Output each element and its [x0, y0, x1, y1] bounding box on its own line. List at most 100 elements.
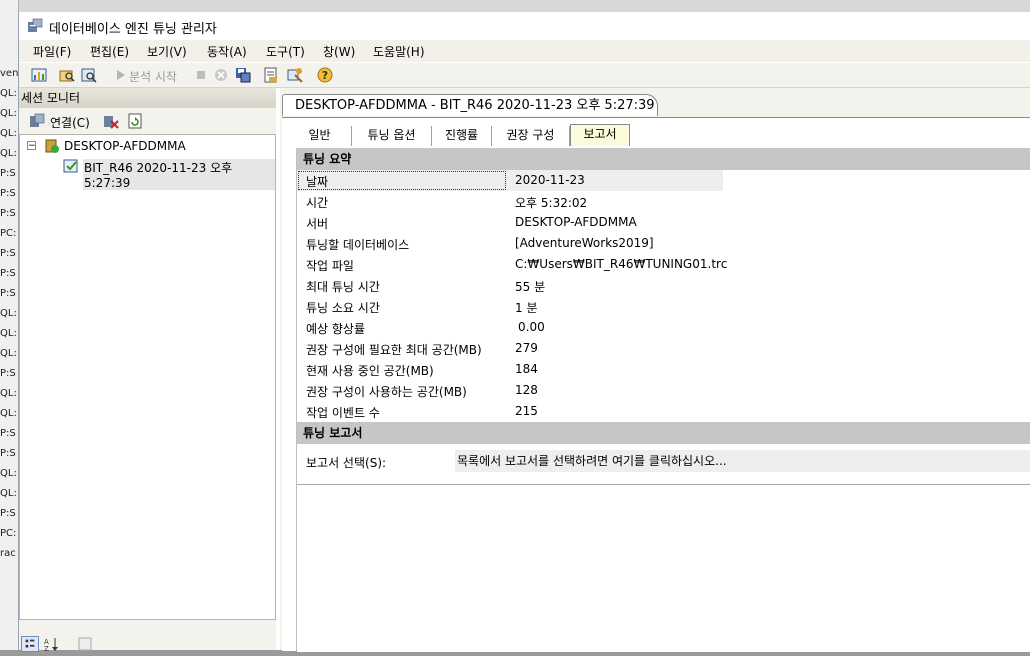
tuning-summary-header: 튜닝 요약	[297, 148, 1030, 170]
connect-button[interactable]: 연결(C)	[50, 114, 90, 131]
tree-server-node[interactable]: DESKTOP-AFDDMMA	[64, 139, 186, 153]
preview-icon[interactable]	[81, 67, 97, 83]
background-text: QL:	[0, 148, 17, 159]
summary-value-max-time: 55 분	[515, 280, 546, 294]
start-analysis-button[interactable]: 분석 시작	[129, 68, 177, 85]
background-text: P:S	[0, 208, 16, 219]
background-window-top	[0, 0, 1030, 12]
session-monitor-toolbar: 연결(C)	[19, 110, 276, 132]
menu-window[interactable]: 창(W)	[323, 43, 355, 60]
menu-help[interactable]: 도움말(H)	[373, 43, 425, 60]
background-text: QL:	[0, 348, 17, 359]
disconnect-icon[interactable]	[103, 113, 119, 129]
summary-label-workload: 작업 파일	[306, 259, 354, 273]
background-text: QL:	[0, 328, 17, 339]
summary-value-max-space: 279	[515, 341, 538, 355]
background-text: P:S	[0, 188, 16, 199]
summary-label-database: 튜닝할 데이터베이스	[306, 238, 410, 252]
app-icon	[28, 18, 43, 32]
menu-view[interactable]: 보기(V)	[147, 43, 187, 60]
tab-reports[interactable]: 보고서	[570, 124, 630, 146]
menu-tools[interactable]: 도구(T)	[266, 43, 305, 60]
svg-text:Z: Z	[44, 645, 49, 652]
background-text: P:S	[0, 508, 16, 519]
summary-value-database: [AdventureWorks2019]	[515, 236, 654, 250]
summary-label-max-space: 권장 구성에 필요한 최대 공간(MB)	[306, 343, 482, 357]
background-text: QL:	[0, 88, 17, 99]
summary-value-date: 2020-11-23	[515, 173, 585, 187]
summary-label-current-space: 현재 사용 중인 공간(MB)	[306, 364, 434, 378]
connect-icon[interactable]	[29, 113, 45, 129]
report-content: 튜닝 요약 날짜 2020-11-23 시간 오후 5:32:02 서버 DES…	[296, 148, 1030, 652]
toolbar: 분석 시작 ?	[19, 63, 1030, 88]
tab-recommendations[interactable]: 권장 구성	[492, 126, 570, 146]
menu-edit[interactable]: 편집(E)	[90, 43, 129, 60]
background-text: P:S	[0, 248, 16, 259]
session-monitor-icon[interactable]	[31, 67, 47, 83]
tab-tuning-options[interactable]: 튜닝 옵션	[352, 126, 432, 146]
summary-value-events: 215	[515, 404, 538, 418]
background-text: QL:	[0, 488, 17, 499]
refresh-icon[interactable]	[127, 113, 143, 129]
background-text: P:S	[0, 448, 16, 459]
summary-label-max-time: 최대 튜닝 시간	[306, 280, 380, 294]
menu-bar: 파일(F) 편집(E) 보기(V) 동작(A) 도구(T) 창(W) 도움말(H…	[19, 40, 1030, 62]
tree-session-node[interactable]: BIT_R46 2020-11-23 오후 5:27:39	[83, 159, 275, 190]
dta-window: 데이터베이스 엔진 튜닝 관리자 파일(F) 편집(E) 보기(V) 동작(A)…	[18, 12, 1030, 652]
session-complete-icon	[63, 159, 78, 173]
background-text: P:S	[0, 368, 16, 379]
cancel-icon	[215, 69, 227, 81]
stop-icon	[197, 71, 205, 79]
report-select-dropdown[interactable]: 목록에서 보고서를 선택하려면 여기를 클릭하십시오...	[455, 450, 1030, 472]
background-text: PC:	[0, 528, 17, 539]
menu-file[interactable]: 파일(F)	[33, 43, 71, 60]
summary-value-recommended-space: 128	[515, 383, 538, 397]
summary-label-recommended-space: 권장 구성이 사용하는 공간(MB)	[306, 385, 467, 399]
background-text: P:S	[0, 428, 16, 439]
background-text: P:S	[0, 288, 16, 299]
summary-label-server: 서버	[306, 217, 329, 231]
window-title: 데이터베이스 엔진 튜닝 관리자	[49, 22, 217, 37]
play-icon	[117, 70, 125, 80]
background-text: P:S	[0, 168, 16, 179]
summary-label-elapsed: 튜닝 소요 시간	[306, 301, 380, 315]
title-bar: 데이터베이스 엔진 튜닝 관리자	[19, 12, 1030, 40]
background-text: QL:	[0, 108, 17, 119]
help-icon[interactable]: ?	[317, 67, 333, 83]
save-recommendations-icon[interactable]	[235, 67, 251, 83]
summary-value-elapsed: 1 분	[515, 301, 538, 315]
document-area: DESKTOP-AFDDMMA - BIT_R46 2020-11-23 오후 …	[280, 88, 1030, 652]
summary-value-current-space: 184	[515, 362, 538, 376]
report-icon[interactable]	[263, 67, 279, 83]
background-text: rac	[0, 548, 16, 559]
session-monitor-title: 세션 모니터	[19, 88, 276, 108]
menu-action[interactable]: 동작(A)	[207, 43, 247, 60]
summary-value-workload: C:₩Users₩BIT_R46₩TUNING01.trc	[515, 257, 728, 271]
document-tab[interactable]: DESKTOP-AFDDMMA - BIT_R46 2020-11-23 오후 …	[282, 94, 658, 116]
tools-icon[interactable]	[287, 67, 303, 83]
background-text: QL:	[0, 128, 17, 139]
background-text: QL:	[0, 308, 17, 319]
session-monitor-panel: 세션 모니터 연결(C) − DESKTOP-AFDDMMA BIT_R46 2…	[19, 88, 276, 652]
background-text: QL:	[0, 388, 17, 399]
open-workload-icon[interactable]	[59, 67, 75, 83]
background-text: P:S	[0, 268, 16, 279]
summary-label-time: 시간	[306, 196, 329, 210]
summary-value-improvement: 0.00	[518, 320, 545, 334]
document-body: 일반 튜닝 옵션 진행률 권장 구성 보고서 튜닝 요약 날짜 2020-11-…	[282, 117, 1030, 652]
background-text: QL:	[0, 468, 17, 479]
tuning-report-header: 튜닝 보고서	[297, 422, 1030, 444]
svg-text:?: ?	[322, 69, 328, 82]
tab-progress[interactable]: 진행률	[432, 126, 492, 146]
background-text: ven	[0, 68, 18, 79]
summary-label-events: 작업 이벤트 수	[306, 406, 380, 420]
session-tree: − DESKTOP-AFDDMMA BIT_R46 2020-11-23 오후 …	[19, 134, 276, 620]
background-text: PC:	[0, 228, 17, 239]
background-text: QL:	[0, 408, 17, 419]
summary-value-time: 오후 5:32:02	[515, 196, 588, 210]
tab-general[interactable]: 일반	[288, 126, 352, 146]
report-select-label: 보고서 선택(S):	[306, 456, 387, 470]
collapse-toggle[interactable]: −	[27, 141, 36, 151]
server-icon	[45, 139, 59, 153]
summary-label-improvement: 예상 향상률	[306, 322, 366, 336]
